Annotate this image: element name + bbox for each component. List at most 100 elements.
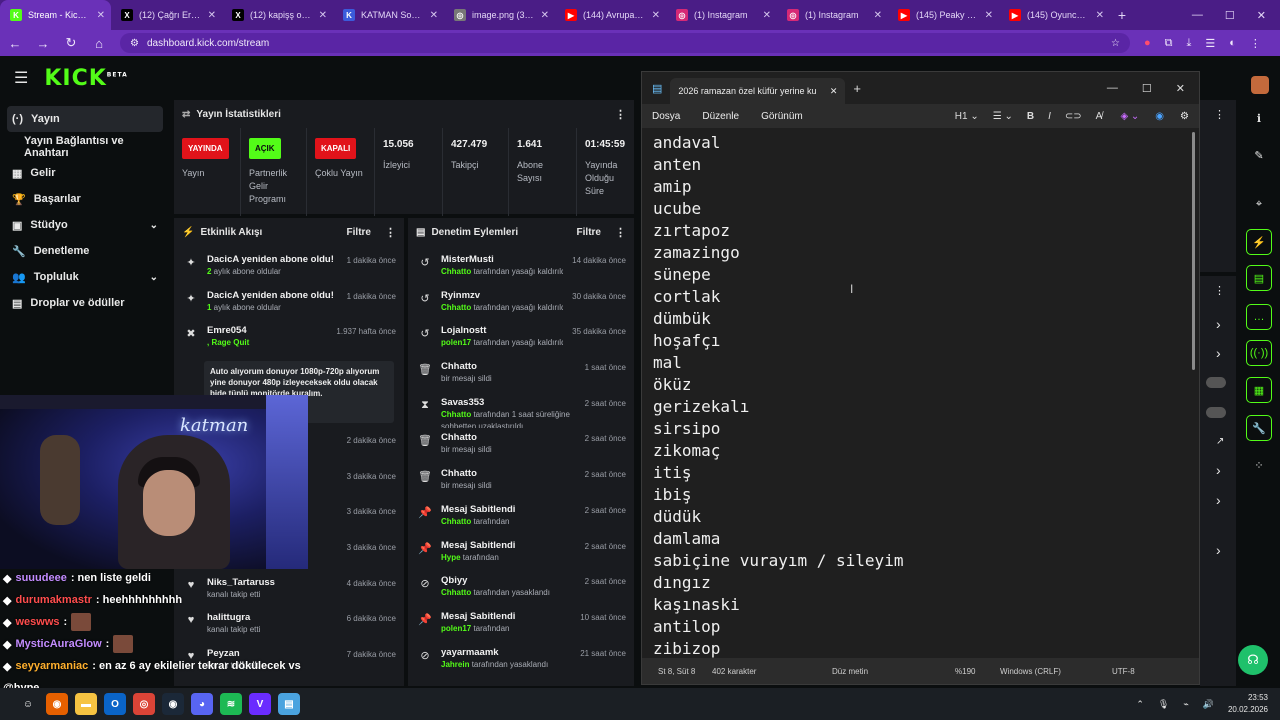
notes-icon[interactable]: ▤ bbox=[1246, 265, 1272, 291]
actor-name[interactable]: polen17 bbox=[441, 338, 471, 347]
new-tab-icon[interactable]: + bbox=[853, 81, 861, 96]
toggle-switch[interactable] bbox=[1206, 407, 1226, 418]
close-tab-icon[interactable]: ✕ bbox=[874, 10, 882, 21]
tray-chevron-icon[interactable]: ⌃ bbox=[1136, 699, 1144, 710]
outlook-icon[interactable]: O bbox=[104, 693, 126, 715]
feed-item[interactable]: 🗑 Chhatto bir mesajı sildi 1 saat önce bbox=[408, 357, 634, 393]
status-line-ending[interactable]: Windows (CRLF) bbox=[1000, 667, 1061, 676]
status-mode[interactable]: Düz metin bbox=[832, 667, 868, 676]
chevron-right-icon[interactable]: › bbox=[1216, 492, 1221, 508]
account-icon[interactable]: ◉ bbox=[1155, 111, 1164, 122]
broadcast-icon[interactable]: ((·)) bbox=[1246, 340, 1272, 366]
chat-username[interactable]: MysticAuraGlow bbox=[15, 638, 101, 650]
close-tab-icon[interactable]: ✕ bbox=[208, 10, 216, 21]
list-dropdown-icon[interactable]: ☰ ⌄ bbox=[993, 111, 1013, 122]
chat-username[interactable]: weswws bbox=[15, 616, 59, 628]
close-tab-icon[interactable]: ✕ bbox=[830, 86, 838, 97]
notepad-scrollbar[interactable] bbox=[1192, 132, 1195, 370]
activity-menu-icon[interactable]: ⋮ bbox=[385, 226, 396, 239]
chevron-right-icon[interactable]: › bbox=[1216, 462, 1221, 478]
kick-logo[interactable]: KICKBETA bbox=[44, 66, 127, 91]
notepad-text-area[interactable]: andaval anten amip ucube zırtapoz zamazingo sü… bbox=[653, 132, 1183, 660]
actor-name[interactable]: Chhatto bbox=[441, 410, 471, 419]
browser-tab[interactable]: ◎ (1) Instagram ✕ bbox=[777, 0, 888, 30]
copilot-icon[interactable]: ◈ ⌄ bbox=[1120, 111, 1139, 122]
chevron-right-icon[interactable]: › bbox=[1216, 542, 1221, 558]
actor-name[interactable]: Chhatto bbox=[441, 267, 471, 276]
chat-username[interactable]: suuudeee bbox=[15, 572, 66, 584]
sidebar-item[interactable]: ▤ Droplar ve ödüller bbox=[0, 290, 170, 316]
close-tab-icon[interactable]: ✕ bbox=[430, 10, 438, 21]
quick-action-icon[interactable]: ⚡ bbox=[1246, 229, 1272, 255]
home-icon[interactable]: ⌂ bbox=[92, 36, 106, 51]
browser-tab[interactable]: X (12) kapişş on X: ✕ bbox=[222, 0, 333, 30]
panel-menu-icon[interactable]: ⋮ bbox=[1214, 108, 1225, 121]
moderation-menu-icon[interactable]: ⋮ bbox=[615, 226, 626, 239]
feed-item[interactable]: ↺ MisterMusti Chhatto tarafından yasağı ka… bbox=[408, 250, 634, 286]
settings-gear-icon[interactable]: ⚙ bbox=[1180, 111, 1189, 122]
close-tab-icon[interactable]: ✕ bbox=[652, 10, 660, 21]
close-tab-icon[interactable]: ✕ bbox=[541, 10, 549, 21]
microphone-icon[interactable]: 🎙 bbox=[1158, 699, 1169, 710]
feed-item[interactable]: ⊘ yayarmaamk Jahrein tarafından yasaklandı… bbox=[408, 643, 634, 679]
focus-icon[interactable]: ⌖ bbox=[1246, 191, 1272, 217]
sidebar-item[interactable]: 🔧 Denetleme bbox=[0, 238, 170, 264]
close-window-icon[interactable]: ✕ bbox=[1176, 82, 1185, 95]
actor-name[interactable]: Chhatto bbox=[441, 517, 471, 526]
layout-icon[interactable]: ▦ bbox=[1246, 377, 1272, 403]
status-encoding[interactable]: UTF-8 bbox=[1112, 667, 1135, 676]
network-icon[interactable]: ⌁ bbox=[1183, 699, 1188, 710]
explorer-icon[interactable]: ▬ bbox=[75, 693, 97, 715]
sidebar-item[interactable]: Yayın Bağlantısı ve Anahtarı bbox=[0, 134, 170, 160]
sidebar-item[interactable]: ▣ Stüdyo ⌄ bbox=[0, 212, 170, 238]
menu-view[interactable]: Görünüm bbox=[761, 111, 803, 122]
browser-tab[interactable]: ◎ image.png (383×1 ✕ bbox=[444, 0, 555, 30]
hamburger-menu-icon[interactable]: ☰ bbox=[14, 68, 28, 88]
feed-item[interactable]: 🗑 Chhatto bir mesajı sildi 2 saat önce bbox=[408, 428, 634, 464]
minimize-icon[interactable]: — bbox=[1107, 82, 1118, 95]
actor-name[interactable]: Chhatto bbox=[441, 588, 471, 597]
user-avatar[interactable]: ☺ bbox=[17, 693, 39, 715]
feed-item[interactable]: ⊘ Qbiyy Chhatto tarafından yasaklandı 2 saa… bbox=[408, 571, 634, 607]
heading-dropdown[interactable]: H1 ⌄ bbox=[955, 111, 979, 122]
firefox-icon[interactable]: ◉ bbox=[46, 693, 68, 715]
browser-tab[interactable]: ▶ (144) Avrupa Ligi ✕ bbox=[555, 0, 666, 30]
close-tab-icon[interactable]: ✕ bbox=[1096, 10, 1104, 21]
browser-tab[interactable]: ▶ (145) Oyuncak Hi ✕ bbox=[999, 0, 1110, 30]
activity-filter-button[interactable]: Filtre bbox=[347, 227, 371, 238]
feed-item[interactable]: ⧗ Savas353 Chhatto tarafından 1 saat sürel… bbox=[408, 393, 634, 429]
chevron-down-icon[interactable]: ⌄ bbox=[150, 272, 158, 283]
download-icon[interactable]: ⤓ bbox=[1187, 37, 1192, 50]
browser-tab[interactable]: K Stream - Kick Das ✕ bbox=[0, 0, 111, 30]
feed-item[interactable]: 📌 Mesaj Sabitlendi polen17 tarafından 10 sa… bbox=[408, 607, 634, 643]
forward-icon[interactable]: → bbox=[36, 36, 50, 51]
panel-menu-icon-2[interactable]: ⋮ bbox=[1214, 284, 1225, 297]
minimize-icon[interactable]: — bbox=[1192, 9, 1203, 21]
chevron-right-icon[interactable]: › bbox=[1216, 345, 1221, 361]
browser-menu-icon[interactable]: ⋮ bbox=[1250, 37, 1261, 50]
link-icon[interactable]: ⊂⊃ bbox=[1065, 111, 1082, 122]
close-tab-icon[interactable]: ✕ bbox=[763, 10, 771, 21]
toggle-switch[interactable] bbox=[1206, 377, 1226, 388]
feed-item[interactable]: 🗑 Chhatto bir mesajı sildi 2 saat önce bbox=[408, 464, 634, 500]
apps-icon[interactable]: ⁘ bbox=[1246, 452, 1272, 478]
moderation-filter-button[interactable]: Filtre bbox=[577, 227, 601, 238]
italic-icon[interactable]: I bbox=[1048, 111, 1051, 122]
wrench-icon[interactable]: 🔧 bbox=[1246, 415, 1272, 441]
browser-tab[interactable]: X (12) Çağrı Ergün o ✕ bbox=[111, 0, 222, 30]
bold-icon[interactable]: B bbox=[1027, 111, 1034, 122]
reload-icon[interactable]: ↻ bbox=[64, 35, 78, 51]
profile-avatar[interactable]: ◐ bbox=[1229, 37, 1236, 49]
vpn-icon[interactable]: V bbox=[249, 693, 271, 715]
chrome-icon[interactable]: ◎ bbox=[133, 693, 155, 715]
feed-item[interactable]: ↺ Lojalnostt polen17 tarafından yasağı kal… bbox=[408, 321, 634, 357]
notepad-icon[interactable]: ▤ bbox=[278, 693, 300, 715]
browser-tab[interactable]: ◎ (1) Instagram ✕ bbox=[666, 0, 777, 30]
info-icon[interactable]: ℹ bbox=[1246, 105, 1272, 131]
discord-icon[interactable]: ◕ bbox=[191, 693, 213, 715]
chat-username[interactable]: durumakmastr bbox=[15, 594, 91, 606]
feed-item[interactable]: ↺ Ryinmzv Chhatto tarafından yasağı kaldır… bbox=[408, 286, 634, 322]
feed-item[interactable]: 📌 Mesaj Sabitlendi Hype tarafından 2 saat ö… bbox=[408, 536, 634, 572]
close-tab-icon[interactable]: ✕ bbox=[97, 10, 105, 21]
maximize-icon[interactable]: ☐ bbox=[1142, 82, 1152, 95]
